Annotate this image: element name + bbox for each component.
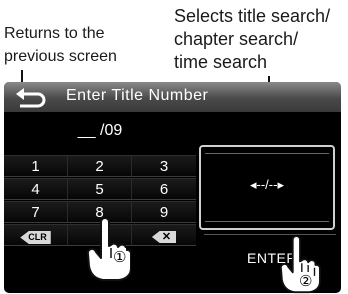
screen-title: Enter Title Number [66,87,209,104]
key-9[interactable]: 9 [132,201,196,223]
key-4[interactable]: 4 [4,178,68,200]
title-bar: Enter Title Number [4,82,341,112]
search-type-label: ◂--/--▸ [250,177,284,192]
back-callout-line1: Returns to the [4,25,105,42]
key-5[interactable]: 5 [68,178,132,200]
key-1[interactable]: 1 [4,155,68,177]
delete-button[interactable]: ✕ [132,224,196,246]
search-type-button[interactable]: ◂--/--▸ [199,145,335,230]
back-arrow-icon[interactable] [14,84,48,110]
back-callout: Returns to the previous screen [4,22,117,68]
divider [204,234,336,235]
search-callout-line1: Selects title search/ [174,6,331,26]
search-callout: Selects title search/ chapter search/ ti… [174,5,330,74]
entry-display: __ /09 [77,122,123,139]
back-callout-line2: previous screen [4,48,117,65]
clear-button[interactable]: CLR [4,224,68,246]
marker-one: ① [113,248,127,266]
key-2[interactable]: 2 [68,155,132,177]
delete-icon: ✕ [151,231,177,243]
clear-icon: CLR [20,231,51,244]
key-7[interactable]: 7 [4,201,68,223]
search-callout-line3: time search [174,52,268,72]
search-callout-line2: chapter search/ [174,29,299,49]
marker-two: ② [299,272,313,290]
key-3[interactable]: 3 [132,155,196,177]
key-6[interactable]: 6 [132,178,196,200]
